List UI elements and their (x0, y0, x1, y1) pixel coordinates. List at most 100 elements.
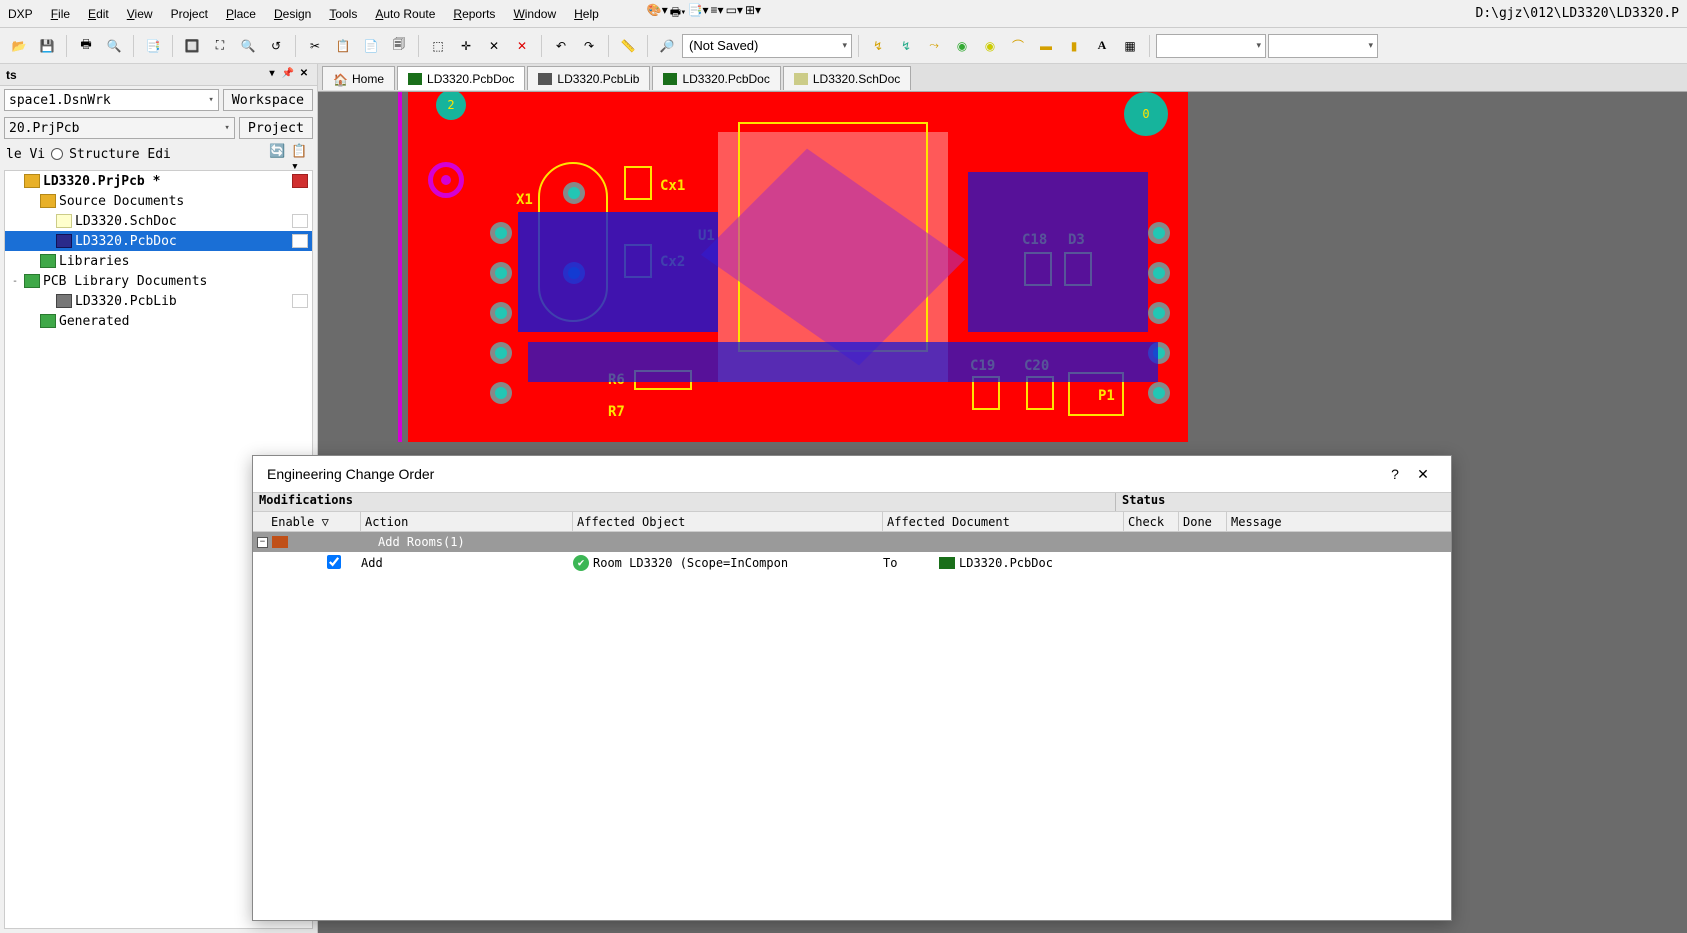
close-icon[interactable]: ✕ (1409, 460, 1437, 488)
arc-icon[interactable]: ⌒ (1005, 33, 1031, 59)
browse-icon[interactable]: 🔎 (654, 33, 680, 59)
fill-icon[interactable]: ▬ (1033, 33, 1059, 59)
col-done[interactable]: Done (1179, 512, 1227, 531)
color-picker-icon[interactable]: 🎨▾ (647, 3, 668, 24)
delete-icon[interactable]: ✕ (509, 33, 535, 59)
zoom-last-icon[interactable]: ↺ (263, 33, 289, 59)
tree-item[interactable]: -PCB Library Documents (5, 271, 312, 291)
tab-ld3320.pcbdoc[interactable]: LD3320.PcbDoc (652, 66, 780, 90)
pad[interactable] (563, 182, 585, 204)
pcb-board[interactable]: 0 X1 (408, 92, 1188, 442)
tab-home[interactable]: 🏠Home (322, 66, 395, 90)
help-icon[interactable]: ? (1381, 460, 1409, 488)
menu-reports[interactable]: Reports (453, 7, 495, 21)
group-icon[interactable]: ▭▾ (726, 3, 743, 24)
col-doc[interactable]: Affected Document (883, 512, 1124, 531)
menu-window[interactable]: Window (513, 7, 556, 21)
workspace-combo[interactable]: space1.DsnWrk (4, 89, 219, 111)
eco-group-row[interactable]: − Add Rooms(1) (253, 532, 1451, 552)
zoom-sel-icon[interactable]: 🔍 (235, 33, 261, 59)
enable-checkbox[interactable] (327, 555, 341, 569)
pad[interactable] (490, 382, 512, 404)
menu-dxp[interactable]: DXP (8, 7, 33, 21)
pad[interactable] (1148, 382, 1170, 404)
pad[interactable] (1148, 262, 1170, 284)
redo-icon[interactable]: ↷ (576, 33, 602, 59)
menu-edit[interactable]: Edit (88, 7, 109, 21)
col-action[interactable]: Action (361, 512, 573, 531)
menu-tools[interactable]: Tools (329, 7, 357, 21)
zoom-area-icon[interactable]: 🔲 (179, 33, 205, 59)
eco-row[interactable]: Add ✔ Room LD3320 (Scope=InCompon To LD3… (253, 552, 1451, 574)
undo-icon[interactable]: ↶ (548, 33, 574, 59)
col-msg[interactable]: Message (1227, 512, 1451, 531)
route3-icon[interactable]: ⤳ (921, 33, 947, 59)
structure-radio[interactable] (51, 148, 63, 160)
tree-item[interactable]: Source Documents (5, 191, 312, 211)
menu-autoroute[interactable]: Auto Route (375, 7, 435, 21)
route-icon[interactable]: ↯ (865, 33, 891, 59)
panel-menu-icon[interactable]: ▾ (265, 68, 279, 82)
pad[interactable] (1148, 302, 1170, 324)
col-check[interactable]: Check (1124, 512, 1179, 531)
via-icon[interactable]: ◉ (949, 33, 975, 59)
open-icon[interactable]: 📂 (6, 33, 32, 59)
pad-icon[interactable]: ◉ (977, 33, 1003, 59)
cut-icon[interactable]: ✂ (302, 33, 328, 59)
workspace-button[interactable]: Workspace (223, 89, 313, 111)
menu-design[interactable]: Design (274, 7, 311, 21)
menu-file[interactable]: File (51, 7, 70, 21)
pad[interactable] (490, 302, 512, 324)
region-icon[interactable]: ▮ (1061, 33, 1087, 59)
print-icon[interactable]: 🖶 (73, 33, 99, 59)
grid-icon[interactable]: ⊞▾ (745, 3, 761, 24)
refresh-icon[interactable]: 🔄 (269, 144, 289, 164)
pad[interactable] (490, 342, 512, 364)
col-object[interactable]: Affected Object (573, 512, 883, 531)
menu-help[interactable]: Help (574, 7, 599, 21)
text-icon[interactable]: A (1089, 33, 1115, 59)
copy-icon[interactable]: 📋 (330, 33, 356, 59)
filter-dropdown[interactable]: (Not Saved) (682, 34, 852, 58)
combo-1[interactable] (1156, 34, 1266, 58)
project-combo[interactable]: 20.PrjPcb (4, 117, 235, 139)
comp-icon[interactable]: ▦ (1117, 33, 1143, 59)
preview-icon[interactable]: 🔍 (101, 33, 127, 59)
move-icon[interactable]: ✛ (453, 33, 479, 59)
tree-item[interactable]: Libraries (5, 251, 312, 271)
combo-2[interactable] (1268, 34, 1378, 58)
pad[interactable] (490, 262, 512, 284)
tree-item[interactable]: LD3320.PcbDoc (5, 231, 312, 251)
pad[interactable] (490, 222, 512, 244)
pad[interactable] (1148, 222, 1170, 244)
select-rect-icon[interactable]: ⬚ (425, 33, 451, 59)
print-icon[interactable]: 🖶▾ (670, 3, 686, 24)
menu-project[interactable]: Project (171, 7, 208, 21)
col-enable[interactable]: Enable ▽ (253, 512, 361, 531)
tree-item[interactable]: LD3320.SchDoc (5, 211, 312, 231)
tab-ld3320.pcbdoc[interactable]: LD3320.PcbDoc (397, 66, 525, 90)
panel-close-icon[interactable]: ✕ (297, 68, 311, 82)
project-button[interactable]: Project (239, 117, 313, 139)
options-icon[interactable]: 📋▾ (291, 144, 311, 164)
menu-view[interactable]: View (127, 7, 153, 21)
paste-icon[interactable]: 📄 (358, 33, 384, 59)
panel-pin-icon[interactable]: 📌 (281, 68, 295, 82)
stack-icon[interactable]: 📑 (140, 33, 166, 59)
tab-ld3320.schdoc[interactable]: LD3320.SchDoc (783, 66, 911, 90)
tree-item[interactable]: LD3320.PrjPcb * (5, 171, 312, 191)
tree-item[interactable]: Generated (5, 311, 312, 331)
deselect-icon[interactable]: ✕ (481, 33, 507, 59)
route2-icon[interactable]: ↯ (893, 33, 919, 59)
drc-icon[interactable]: 📏 (615, 33, 641, 59)
collapse-icon[interactable]: − (257, 537, 268, 548)
eco-titlebar[interactable]: Engineering Change Order ? ✕ (253, 456, 1451, 492)
tab-ld3320.pcblib[interactable]: LD3320.PcbLib (527, 66, 650, 90)
save-icon[interactable]: 💾 (34, 33, 60, 59)
dup-icon[interactable]: 🗐 (386, 33, 412, 59)
align-icon[interactable]: ≡▾ (711, 3, 724, 24)
layers-icon[interactable]: 📑▾ (688, 3, 709, 24)
menu-place[interactable]: Place (226, 7, 256, 21)
zoom-fit-icon[interactable]: ⛶ (207, 33, 233, 59)
tree-item[interactable]: LD3320.PcbLib (5, 291, 312, 311)
